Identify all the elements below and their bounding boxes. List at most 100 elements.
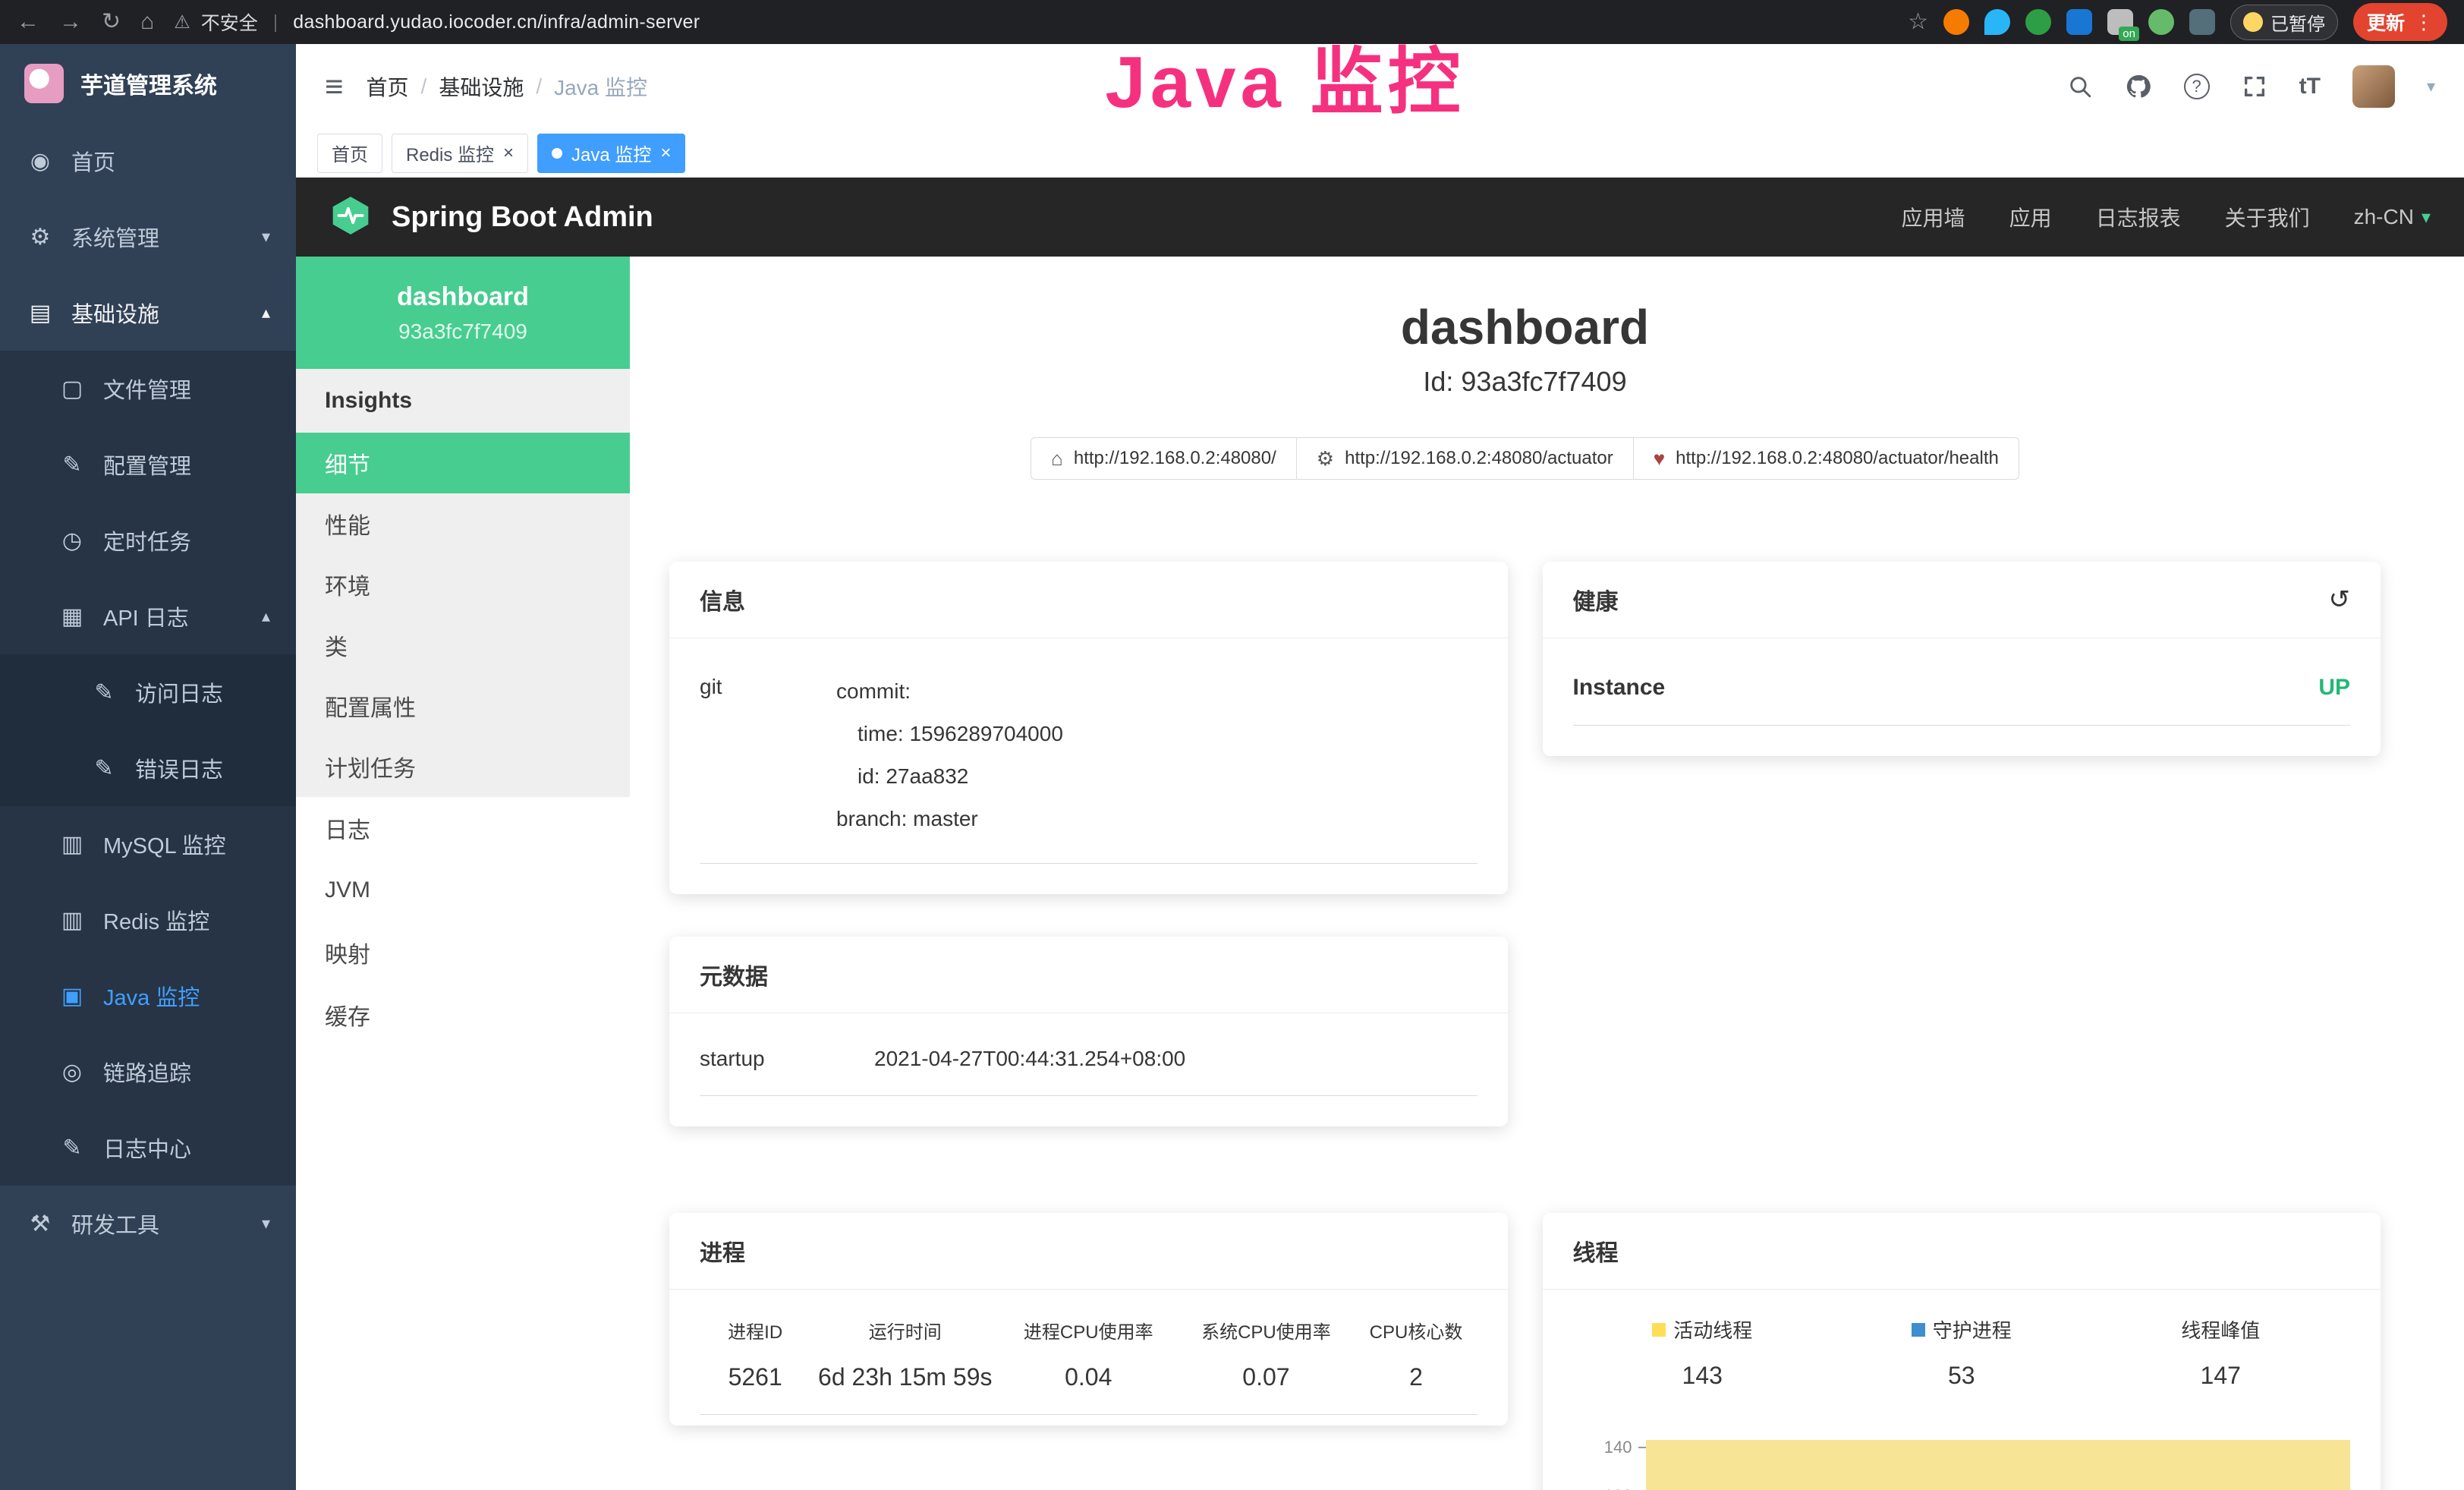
extension-icon-2[interactable] bbox=[1984, 9, 2010, 35]
sba-body: dashboard 93a3fc7f7409 Insights 细节 性能 环境… bbox=[296, 257, 2464, 1490]
reload-icon[interactable]: ↻ bbox=[102, 11, 121, 33]
metadata-row-startup: startup 2021-04-27T00:44:31.254+08:00 bbox=[700, 1033, 1477, 1096]
chevron-down-icon[interactable]: ▾ bbox=[2427, 77, 2435, 96]
metadata-value: 2021-04-27T00:44:31.254+08:00 bbox=[874, 1047, 1185, 1071]
sba-item-scheduled-tasks[interactable]: 计划任务 bbox=[296, 736, 630, 797]
extension-icon-7[interactable] bbox=[2189, 9, 2215, 35]
actuator-url-button[interactable]: ⚙ http://192.168.0.2:48080/actuator bbox=[1296, 437, 1634, 480]
sidebar-item-redis-monitor[interactable]: ▥ Redis 监控 bbox=[0, 882, 296, 958]
breadcrumb: 首页 / 基础设施 / Java 监控 bbox=[367, 71, 648, 102]
update-button[interactable]: 更新 ⋮ bbox=[2353, 3, 2447, 41]
service-url: http://192.168.0.2:48080/ bbox=[1074, 448, 1276, 469]
card-header: 进程 bbox=[669, 1213, 1508, 1290]
avatar[interactable] bbox=[2352, 65, 2395, 108]
sidebar-item-dev-tools[interactable]: ⚒ 研发工具 ▾ bbox=[0, 1186, 296, 1262]
service-url-button[interactable]: ⌂ http://192.168.0.2:48080/ bbox=[1031, 437, 1297, 480]
api-log-icon: ▦ bbox=[58, 603, 87, 630]
browser-home-icon[interactable]: ⌂ bbox=[140, 11, 154, 33]
sidebar-item-mysql-monitor[interactable]: ▥ MySQL 监控 bbox=[0, 806, 296, 882]
sidebar-item-scheduled-jobs[interactable]: ◷ 定时任务 bbox=[0, 502, 296, 578]
actuator-url: http://192.168.0.2:48080/actuator bbox=[1345, 448, 1613, 469]
sba-item-logs[interactable]: 日志 bbox=[296, 797, 630, 859]
security-warning-icon: ⚠ bbox=[174, 11, 190, 33]
health-url-button[interactable]: ♥ http://192.168.0.2:48080/actuator/heal… bbox=[1633, 437, 2019, 480]
process-table: 进程ID 5261 运行时间 6d 23h 15m 59s bbox=[700, 1309, 1477, 1415]
sidebar-item-api-logs[interactable]: ▦ API 日志 ▴ bbox=[0, 578, 296, 654]
sidebar-item-system-management[interactable]: ⚙ 系统管理 ▾ bbox=[0, 199, 296, 275]
sidebar-item-infrastructure[interactable]: ▤ 基础设施 ▴ bbox=[0, 275, 296, 351]
sba-nav-journal[interactable]: 日志报表 bbox=[2096, 202, 2181, 232]
back-icon[interactable]: ← bbox=[17, 11, 39, 33]
tab-java-monitor[interactable]: Java 监控 × bbox=[537, 134, 685, 173]
card-body: startup 2021-04-27T00:44:31.254+08:00 bbox=[669, 1013, 1508, 1126]
address-bar[interactable]: ⚠ 不安全 | dashboard.yudao.iocoder.cn/infra… bbox=[174, 8, 700, 36]
translate-extension-icon[interactable]: on bbox=[2107, 9, 2133, 35]
card-title: 健康 bbox=[1573, 583, 1619, 616]
search-icon[interactable] bbox=[2067, 74, 2093, 99]
sba-item-caches[interactable]: 缓存 bbox=[296, 984, 630, 1046]
sba-item-metrics[interactable]: 性能 bbox=[296, 493, 630, 554]
sidebar-item-home[interactable]: ◉ 首页 bbox=[0, 123, 296, 199]
language-select[interactable]: zh-CN ▾ bbox=[2354, 205, 2431, 229]
tab-label: 首页 bbox=[332, 140, 368, 166]
health-instance-label: Instance bbox=[1573, 675, 1666, 701]
fullscreen-icon[interactable] bbox=[2242, 74, 2267, 99]
history-icon[interactable]: ↺ bbox=[2329, 584, 2351, 615]
sba-nav-about[interactable]: 关于我们 bbox=[2225, 202, 2310, 232]
sba-item-environment[interactable]: 环境 bbox=[296, 554, 630, 615]
browser-menu-icon[interactable]: ⋮ bbox=[2414, 11, 2434, 34]
instance-header[interactable]: dashboard 93a3fc7f7409 bbox=[296, 257, 630, 369]
translate-on-badge: on bbox=[2119, 27, 2139, 41]
sba-item-config-props[interactable]: 配置属性 bbox=[296, 676, 630, 736]
sidebar-item-label: MySQL 监控 bbox=[103, 828, 226, 860]
sba-item-jvm[interactable]: JVM bbox=[296, 859, 630, 921]
close-icon[interactable]: × bbox=[660, 143, 671, 164]
card-header: 健康 ↺ bbox=[1543, 562, 2381, 638]
sidebar-item-error-logs[interactable]: ✎ 错误日志 bbox=[0, 730, 296, 806]
sba-logo-icon[interactable] bbox=[329, 194, 372, 241]
sidebar-item-label: Redis 监控 bbox=[103, 904, 209, 936]
url-text: dashboard.yudao.iocoder.cn/infra/admin-s… bbox=[293, 11, 700, 33]
sidebar-item-config-management[interactable]: ✎ 配置管理 bbox=[0, 427, 296, 502]
brand-logo bbox=[24, 64, 64, 103]
sba-nav-wallboard[interactable]: 应用墙 bbox=[1902, 202, 1965, 232]
extension-icon-6[interactable] bbox=[2148, 9, 2174, 35]
sba-brand[interactable]: Spring Boot Admin bbox=[392, 201, 653, 234]
forward-icon[interactable]: → bbox=[59, 11, 82, 33]
help-icon[interactable]: ? bbox=[2184, 74, 2210, 99]
health-card: 健康 ↺ Instance UP bbox=[1543, 562, 2381, 756]
sidebar-item-log-center[interactable]: ✎ 日志中心 bbox=[0, 1110, 296, 1186]
paused-badge[interactable]: 已暂停 bbox=[2230, 5, 2338, 40]
sba-nav-applications[interactable]: 应用 bbox=[2009, 202, 2052, 232]
close-icon[interactable]: × bbox=[503, 143, 514, 164]
info-card: 信息 git commit: time: 1596289704000 id: 2 bbox=[669, 562, 1508, 894]
sidebar-item-tracing[interactable]: ◎ 链路追踪 bbox=[0, 1034, 296, 1110]
database-icon: ▥ bbox=[58, 831, 87, 858]
bookmark-star-icon[interactable]: ☆ bbox=[1908, 11, 1928, 33]
page-title: dashboard bbox=[669, 299, 2381, 355]
infrastructure-icon: ▤ bbox=[26, 300, 55, 326]
font-size-icon[interactable]: tT bbox=[2299, 74, 2321, 99]
extension-icon-1[interactable] bbox=[1943, 9, 1969, 35]
breadcrumb-item[interactable]: 基础设施 bbox=[439, 71, 524, 102]
sidebar-item-label: 访问日志 bbox=[135, 676, 223, 708]
brand: 芋道管理系统 bbox=[0, 44, 296, 123]
sidebar-item-java-monitor[interactable]: ▣ Java 监控 bbox=[0, 958, 296, 1034]
sba-item-details[interactable]: 细节 bbox=[296, 433, 630, 493]
sba-item-mappings[interactable]: 映射 bbox=[296, 921, 630, 984]
clock-icon: ◷ bbox=[58, 528, 87, 554]
breadcrumb-item[interactable]: 首页 bbox=[367, 71, 409, 102]
github-icon[interactable] bbox=[2125, 73, 2152, 100]
sidebar-item-label: 基础设施 bbox=[71, 297, 159, 329]
tab-home[interactable]: 首页 bbox=[317, 134, 382, 173]
security-label: 不安全 bbox=[201, 8, 258, 36]
health-url: http://192.168.0.2:48080/actuator/health bbox=[1676, 448, 1999, 469]
sba-item-classes[interactable]: 类 bbox=[296, 615, 630, 676]
extension-icon-4[interactable] bbox=[2066, 9, 2092, 35]
extension-icon-3[interactable] bbox=[2025, 9, 2051, 35]
collapse-sidebar-icon[interactable]: ≡ bbox=[325, 68, 344, 105]
sidebar-item-access-logs[interactable]: ✎ 访问日志 bbox=[0, 654, 296, 730]
sidebar-item-file-management[interactable]: ▢ 文件管理 bbox=[0, 351, 296, 427]
tab-redis-monitor[interactable]: Redis 监控 × bbox=[392, 134, 528, 173]
card-body: 活动线程 143 守护进程 bbox=[1543, 1290, 2381, 1490]
